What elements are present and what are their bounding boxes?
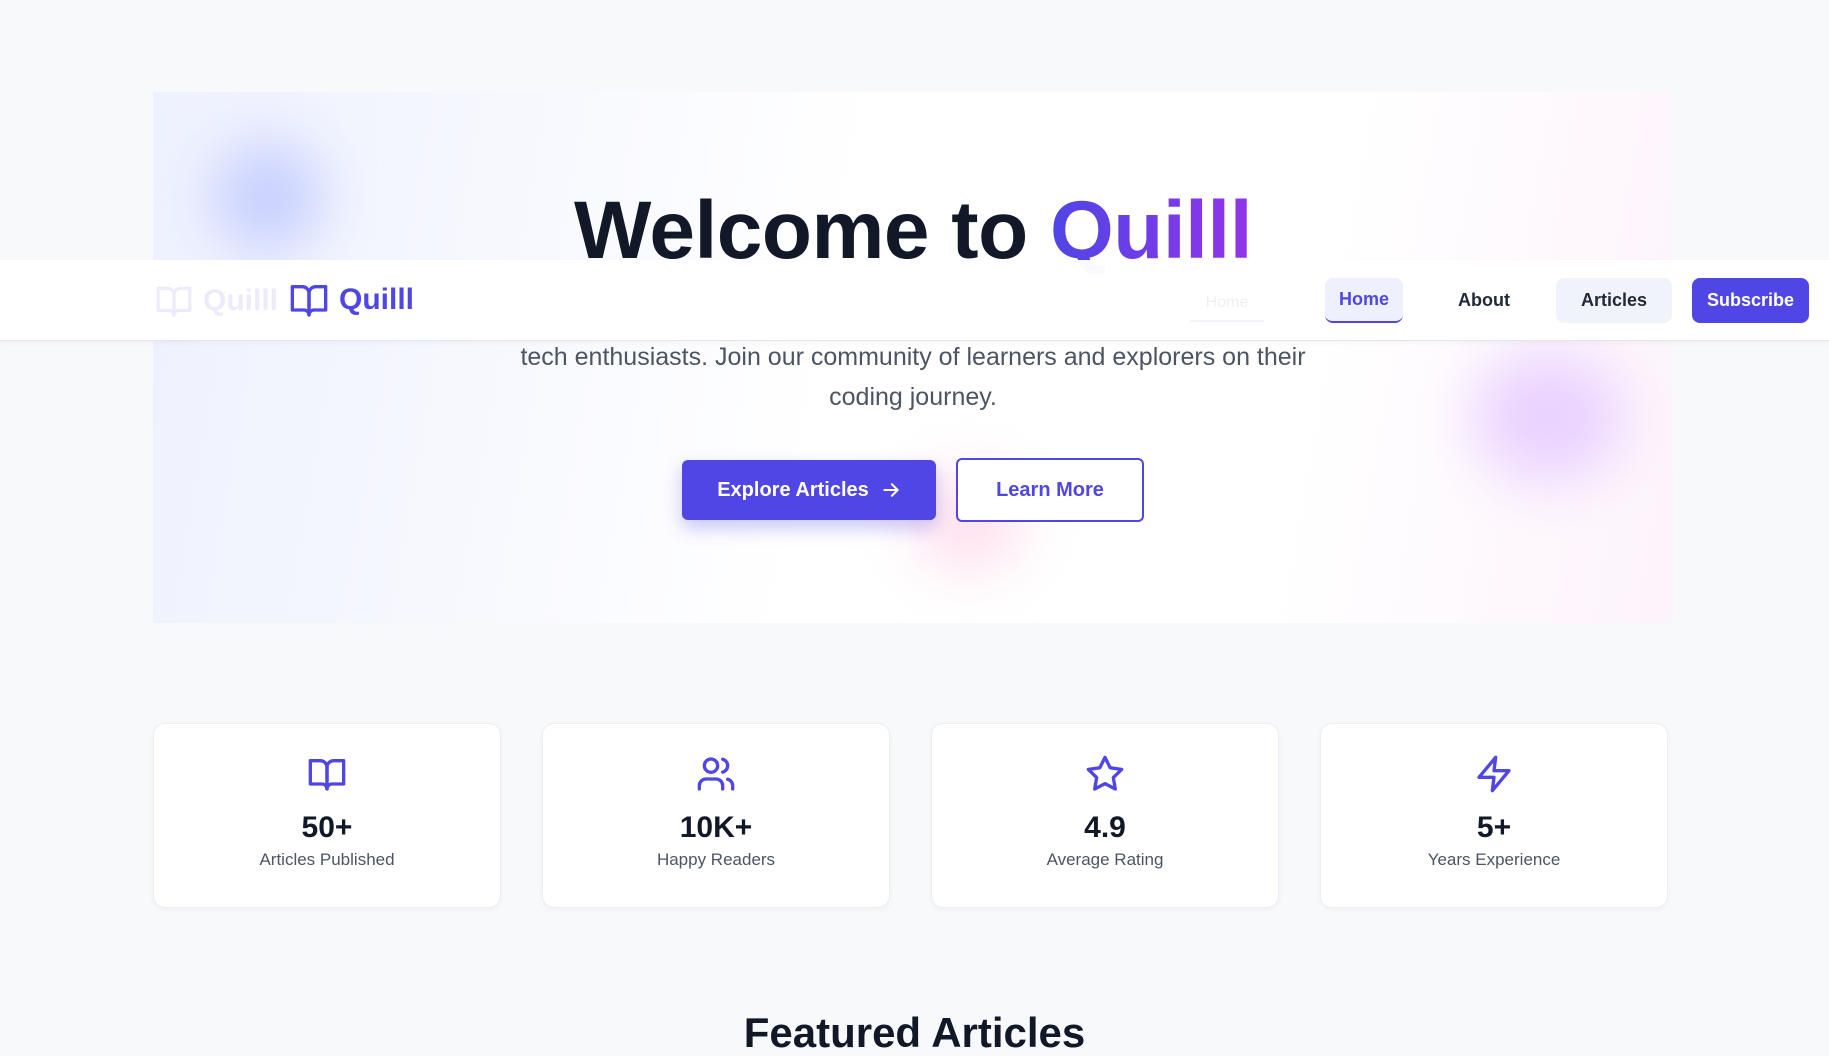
hero-section: Welcome to Quilll tech enthusiasts. Join… [153,92,1673,623]
learn-more-button[interactable]: Learn More [956,458,1144,522]
star-icon [932,754,1278,794]
navbar: Quilll Quilll Home Home About Articles S… [0,260,1829,341]
stat-label: Years Experience [1427,850,1561,869]
stat-card: 50+ Articles Published [153,723,501,908]
stat-label: Articles Published [259,850,395,869]
explore-articles-button[interactable]: Explore Articles [682,460,936,520]
logo-ghost-text: Quilll [203,284,278,317]
logo-text: Quilll [339,283,414,316]
nav-about[interactable]: About [1440,278,1528,323]
stat-value: 4.9 [1084,811,1126,844]
lightning-icon [1321,754,1667,794]
book-open-icon [290,285,328,317]
hero-actions: Explore Articles Learn More [153,458,1673,522]
logo-ghost: Quilll [155,282,278,320]
book-open-icon [154,754,500,794]
stat-card: 5+ Years Experience [1320,723,1668,908]
stat-value: 10K+ [679,811,753,844]
stat-card: 10K+ Happy Readers [542,723,890,908]
nav-home[interactable]: Home [1325,278,1403,323]
arrow-right-icon [881,480,901,500]
explore-articles-label: Explore Articles [717,478,869,501]
book-open-icon [156,286,192,317]
stat-card: 4.9 Average Rating [931,723,1279,908]
subscribe-button[interactable]: Subscribe [1692,278,1809,323]
featured-articles-title: Featured Articles [743,1009,1086,1056]
stats-section: 50+ Articles Published 10K+ Happy Reader… [153,723,1673,908]
stat-label: Happy Readers [656,850,776,869]
nav-ghost-home: Home [1190,286,1264,322]
stat-label: Average Rating [1046,850,1164,869]
hero-description: tech enthusiasts. Join our community of … [520,343,1306,411]
nav-articles[interactable]: Articles [1556,278,1672,323]
logo-link[interactable]: Quilll [289,280,414,320]
stat-value: 5+ [1476,811,1512,844]
users-icon [543,754,889,794]
stat-value: 50+ [301,811,353,844]
